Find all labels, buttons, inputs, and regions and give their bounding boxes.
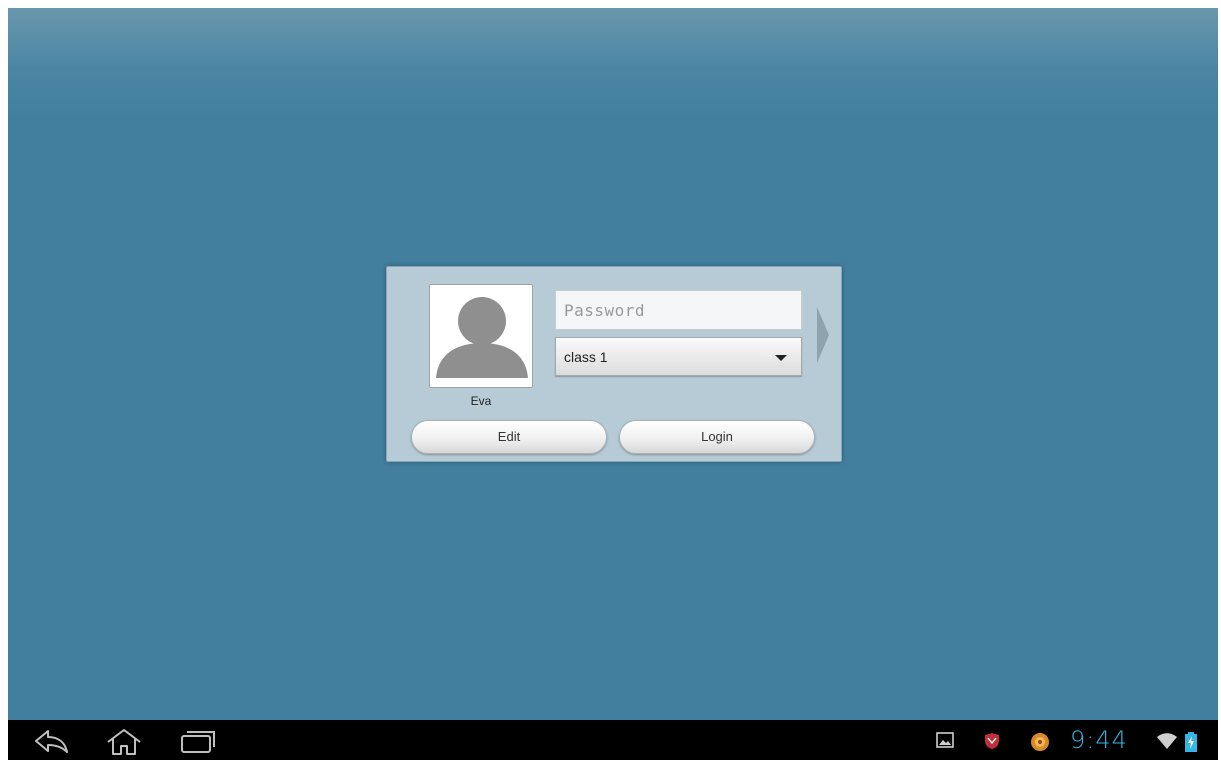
- user-name-label: Eva: [470, 394, 492, 408]
- edit-button[interactable]: Edit: [411, 420, 607, 454]
- login-button[interactable]: Login: [619, 420, 815, 454]
- next-arrow-icon[interactable]: [815, 305, 831, 365]
- wifi-icon[interactable]: [1156, 732, 1178, 750]
- system-navigation-bar: 9:44: [8, 720, 1218, 760]
- app-notification-icon[interactable]: [1030, 732, 1050, 752]
- battery-charging-icon[interactable]: [1185, 732, 1197, 752]
- class-dropdown-value: class 1: [564, 349, 608, 365]
- chevron-down-icon: [775, 355, 787, 361]
- home-icon[interactable]: [104, 728, 144, 756]
- class-dropdown[interactable]: class 1: [555, 337, 802, 376]
- password-field[interactable]: [555, 290, 802, 330]
- login-panel: Eva class 1 Edit Login: [386, 266, 842, 462]
- recent-apps-icon[interactable]: [178, 728, 218, 754]
- security-shield-icon[interactable]: [984, 732, 1000, 750]
- user-avatar[interactable]: [429, 284, 533, 388]
- login-screen: Eva class 1 Edit Login: [8, 8, 1218, 720]
- status-clock: 9:44: [1070, 726, 1128, 754]
- person-silhouette-icon: [436, 297, 528, 378]
- back-icon[interactable]: [32, 728, 72, 754]
- gallery-icon[interactable]: [936, 732, 954, 748]
